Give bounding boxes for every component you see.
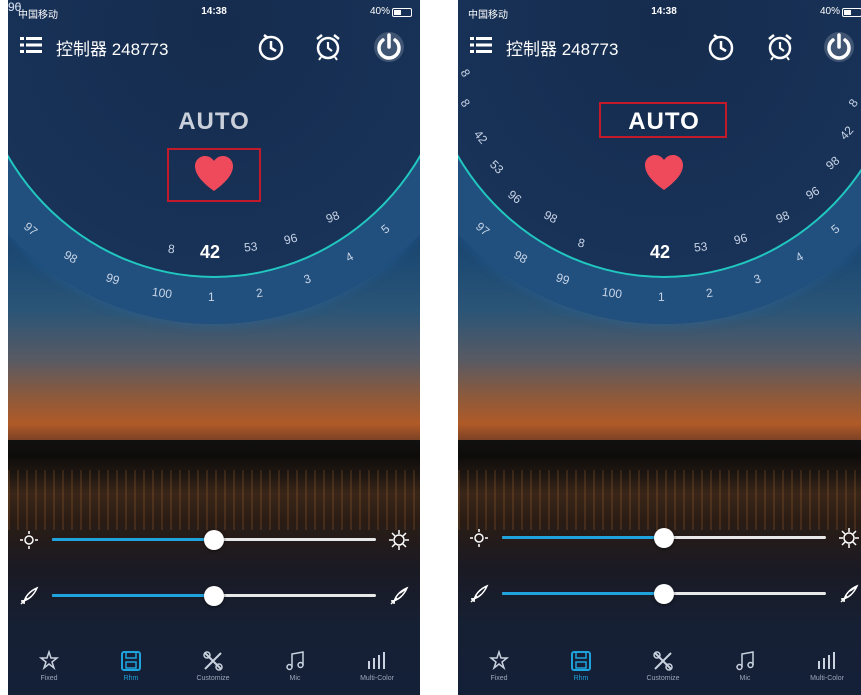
speed-slider[interactable] bbox=[458, 581, 861, 607]
star-pin-icon bbox=[8, 649, 90, 673]
tab-label: Mic bbox=[739, 675, 751, 682]
background-shoreline bbox=[8, 440, 420, 468]
bars-icon bbox=[786, 649, 861, 673]
tab-label: Fixed bbox=[490, 675, 508, 682]
bars-icon bbox=[336, 649, 418, 673]
top-bar: 控制器 248773 bbox=[8, 26, 420, 66]
dial-number: 1 bbox=[658, 290, 665, 304]
speed-high-icon bbox=[388, 585, 410, 607]
tab-customize[interactable]: Customize bbox=[622, 649, 704, 693]
dial-number: 2 bbox=[255, 285, 264, 301]
tab-label: Rhm bbox=[573, 675, 589, 682]
top-bar: 控制器 248773 bbox=[458, 26, 861, 66]
phone-screen-left: 中国移动 14:38 40% 控制器 248773 AUTO 97 98 99 100… bbox=[8, 0, 420, 695]
dial-number: 1 bbox=[208, 290, 215, 304]
power-button-icon[interactable] bbox=[372, 30, 406, 64]
dial-number-selected: 42 bbox=[200, 242, 221, 262]
bottom-tab-bar: Fixed Rhm Customize Mic Multi-Color bbox=[458, 645, 861, 695]
tab-multi-color[interactable]: Multi-Color bbox=[336, 649, 418, 693]
controller-title: 控制器 248773 bbox=[506, 40, 619, 59]
dial-number-selected: 42 bbox=[650, 242, 671, 262]
tools-icon bbox=[622, 649, 704, 673]
tab-rhm[interactable]: Rhm bbox=[540, 649, 622, 693]
music-icon bbox=[254, 649, 336, 673]
star-pin-icon bbox=[458, 649, 540, 673]
background-water-reflection bbox=[8, 470, 420, 530]
speed-track[interactable] bbox=[52, 586, 376, 606]
save-disk-icon bbox=[90, 649, 172, 673]
brightness-high-icon bbox=[838, 527, 860, 549]
tab-label: Customize bbox=[646, 675, 680, 682]
power-button-icon[interactable] bbox=[822, 30, 856, 64]
speed-thumb[interactable] bbox=[654, 584, 674, 604]
dial-number: 53 bbox=[693, 239, 709, 255]
tools-icon bbox=[172, 649, 254, 673]
tab-mic[interactable]: Mic bbox=[254, 649, 336, 693]
battery-icon bbox=[842, 8, 861, 17]
tab-label: Multi-Color bbox=[360, 675, 394, 682]
tab-label: Multi-Color bbox=[810, 675, 844, 682]
tab-label: Fixed bbox=[40, 675, 58, 682]
background-water-reflection bbox=[458, 470, 861, 530]
alarm-clock-icon[interactable] bbox=[763, 30, 797, 64]
tab-fixed[interactable]: Fixed bbox=[8, 649, 90, 693]
status-bar: 中国移动 14:38 40% bbox=[458, 4, 861, 22]
phone-screen-right: 中国移动 14:38 40% 控制器 248773 AUTO 8 8 42 53 96 9… bbox=[458, 0, 861, 695]
brightness-low-icon bbox=[468, 527, 490, 549]
brightness-thumb[interactable] bbox=[204, 530, 224, 550]
speed-high-icon bbox=[838, 583, 860, 605]
tab-rhm[interactable]: Rhm bbox=[90, 649, 172, 693]
brightness-slider[interactable] bbox=[458, 525, 861, 551]
brightness-low-icon bbox=[18, 529, 40, 551]
brightness-track[interactable] bbox=[52, 530, 376, 550]
tab-label: Customize bbox=[196, 675, 230, 682]
tab-multi-color[interactable]: Multi-Color bbox=[786, 649, 861, 693]
speed-track[interactable] bbox=[502, 584, 826, 604]
speed-low-icon bbox=[468, 583, 490, 605]
dial-number: 2 bbox=[705, 285, 714, 301]
battery-percent: 40% bbox=[819, 6, 840, 17]
controller-title: 控制器 248773 bbox=[56, 40, 169, 59]
music-icon bbox=[704, 649, 786, 673]
tab-label: Mic bbox=[289, 675, 301, 682]
brightness-track[interactable] bbox=[502, 528, 826, 548]
status-bar: 中国移动 14:38 40% bbox=[8, 4, 420, 22]
tab-mic[interactable]: Mic bbox=[704, 649, 786, 693]
tab-label: Rhm bbox=[123, 675, 139, 682]
heart-icon[interactable] bbox=[192, 153, 236, 197]
clock: 14:38 bbox=[201, 6, 227, 17]
bottom-tab-bar: Fixed Rhm Customize Mic Multi-Color bbox=[8, 645, 420, 695]
menu-list-icon[interactable] bbox=[470, 36, 492, 54]
auto-highlight-box bbox=[599, 102, 727, 138]
menu-list-icon[interactable] bbox=[20, 36, 42, 54]
speed-low-icon bbox=[18, 585, 40, 607]
speed-thumb[interactable] bbox=[204, 586, 224, 606]
dial-number: 100 bbox=[151, 284, 173, 302]
timer-icon[interactable] bbox=[704, 30, 738, 64]
dial-number: 100 bbox=[601, 284, 623, 302]
dial-number: 8 bbox=[167, 241, 176, 257]
battery-icon bbox=[392, 8, 412, 17]
battery-percent: 40% bbox=[369, 6, 390, 17]
timer-icon[interactable] bbox=[254, 30, 288, 64]
brightness-slider[interactable] bbox=[8, 527, 420, 553]
background-shoreline bbox=[458, 440, 861, 468]
speed-slider[interactable] bbox=[8, 583, 420, 609]
alarm-clock-icon[interactable] bbox=[311, 30, 345, 64]
clock: 14:38 bbox=[651, 6, 677, 17]
brightness-high-icon bbox=[388, 529, 410, 551]
dial-number: 90 bbox=[8, 0, 22, 14]
brightness-thumb[interactable] bbox=[654, 528, 674, 548]
dial-number: 53 bbox=[243, 239, 259, 255]
tab-fixed[interactable]: Fixed bbox=[458, 649, 540, 693]
save-disk-icon bbox=[540, 649, 622, 673]
tab-customize[interactable]: Customize bbox=[172, 649, 254, 693]
mode-label: AUTO bbox=[178, 108, 250, 135]
heart-icon[interactable] bbox=[642, 152, 686, 196]
